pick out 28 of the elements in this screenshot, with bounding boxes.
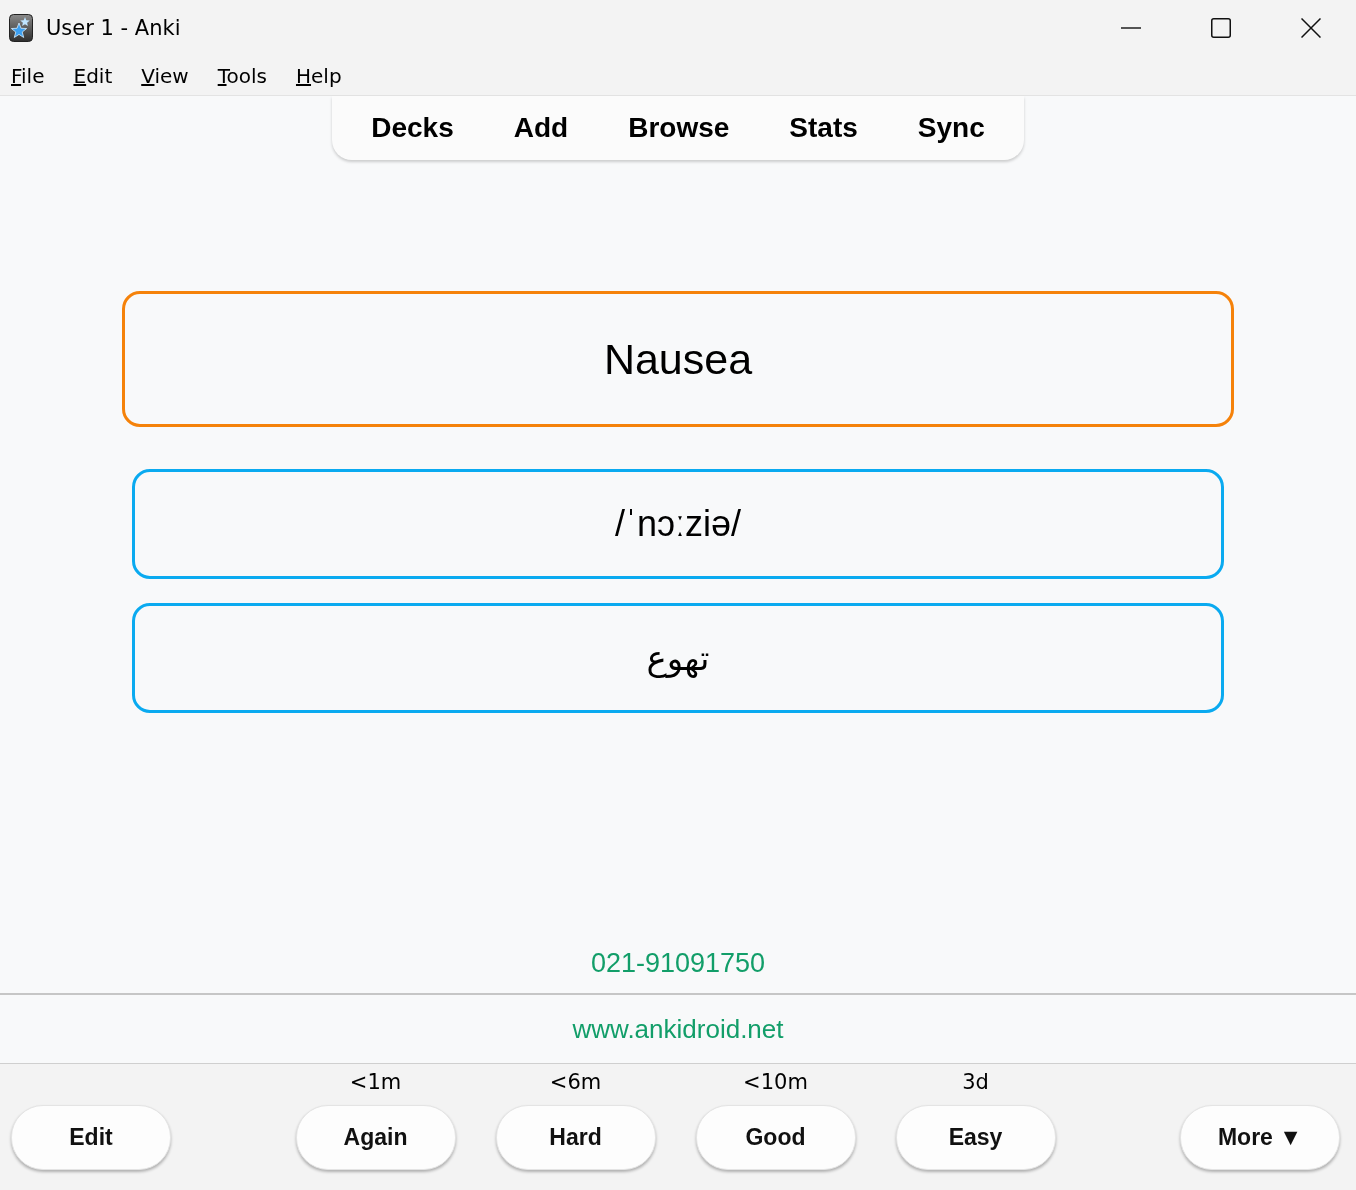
pronunciation-card: /ˈnɔːziə/ — [132, 469, 1224, 579]
nav-link[interactable]: Sync — [887, 112, 1015, 144]
answer-button[interactable]: Hard — [495, 1105, 656, 1170]
nav-link[interactable]: Browse — [598, 112, 760, 144]
translation-card: تهوع — [132, 603, 1224, 713]
window-title: User 1 - Anki — [46, 16, 181, 40]
interval-label: <6m — [549, 1069, 602, 1095]
interval-label: <10m — [743, 1069, 808, 1095]
interval-label: 3d — [962, 1069, 989, 1095]
answer-button[interactable]: Again — [295, 1105, 456, 1170]
interval-label: <1m — [349, 1069, 402, 1095]
more-button[interactable]: More ▼ — [1180, 1105, 1340, 1170]
nav-link[interactable]: Stats — [759, 112, 888, 144]
answer-button[interactable]: Good — [695, 1105, 856, 1170]
answer-button[interactable]: Easy — [895, 1105, 1056, 1170]
nav-link[interactable]: Add — [483, 112, 599, 144]
front-word-card: Nausea — [122, 291, 1234, 427]
maximize-icon[interactable] — [1211, 18, 1231, 38]
close-icon[interactable] — [1301, 18, 1321, 38]
menu-item[interactable]: Edit — [73, 63, 113, 88]
nav-link[interactable]: Decks — [341, 112, 484, 144]
menu-item[interactable]: Help — [295, 63, 342, 88]
edit-button[interactable]: Edit — [11, 1105, 171, 1170]
phone-number: 021-91091750 — [590, 948, 766, 979]
website-url: www.ankidroid.net — [572, 1013, 784, 1045]
menu-item[interactable]: View — [141, 63, 189, 88]
menu-item[interactable]: File — [11, 63, 45, 88]
menu-item[interactable]: Tools — [217, 63, 267, 88]
